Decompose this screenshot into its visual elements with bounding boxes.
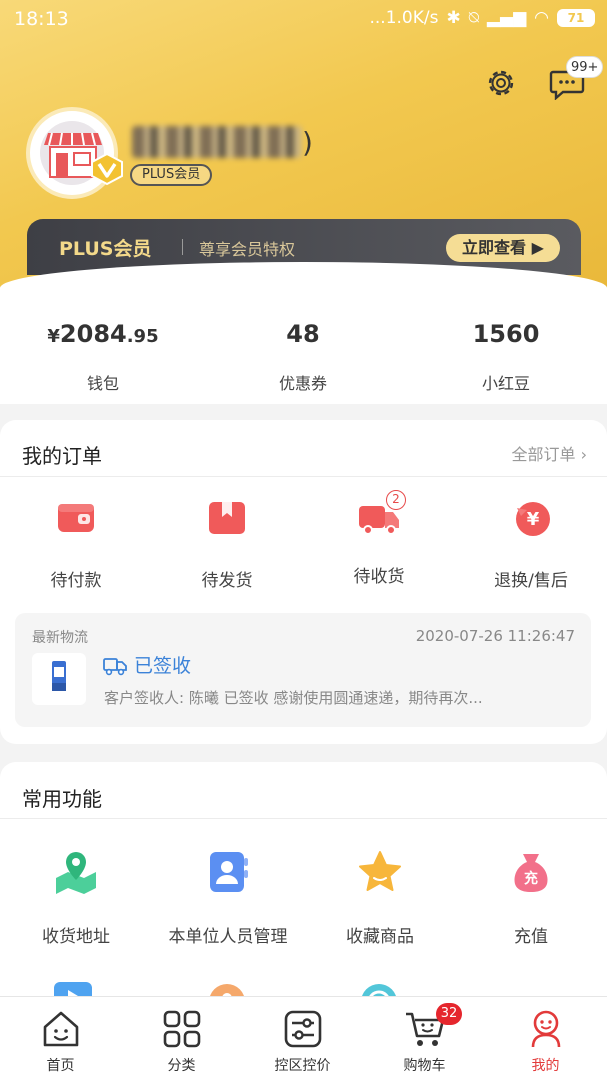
logistics-time: 2020-07-26 11:26:47	[415, 627, 575, 645]
to-receive-badge: 2	[386, 490, 406, 510]
logistics-heading: 最新物流	[32, 630, 88, 646]
divider	[182, 239, 183, 255]
battery-icon: 71	[557, 9, 595, 27]
home-icon	[43, 1011, 78, 1047]
location-map-icon	[56, 852, 96, 894]
coupon-stat[interactable]: 48 优惠券	[203, 320, 403, 394]
wallet-stat[interactable]: ¥2084.95 钱包	[3, 320, 203, 394]
red-bean-stat[interactable]: 1560 小红豆	[406, 320, 606, 394]
tab-price-control[interactable]: 控区控价	[242, 1007, 363, 1075]
plus-banner-title: PLUS会员	[59, 238, 152, 260]
address-function[interactable]: 收货地址	[0, 848, 152, 947]
latest-logistics[interactable]: 最新物流 2020-07-26 11:26:47 已签收 客户签收人: 陈曦 已…	[15, 613, 591, 727]
profile-icon	[531, 1010, 560, 1048]
delivery-truck-icon	[103, 657, 127, 675]
order-to-receive[interactable]: 2 待收货	[304, 490, 454, 587]
svg-text:充: 充	[524, 870, 538, 887]
battery-level: 71	[567, 11, 585, 25]
staff-management-function[interactable]: 本单位人员管理	[152, 848, 304, 947]
tab-mine[interactable]: 我的	[485, 1007, 606, 1075]
functions-title: 常用功能	[22, 787, 102, 811]
bluetooth-icon: ✱	[446, 8, 461, 28]
network-speed: ...1.0K/s	[369, 8, 439, 28]
order-pending-payment[interactable]: 待付款	[1, 496, 151, 591]
category-icon	[163, 1010, 200, 1048]
wifi-icon: ◠	[534, 8, 549, 28]
favorites-function[interactable]: 收藏商品	[304, 848, 456, 947]
mute-icon: ⍉	[468, 8, 479, 28]
bottom-tab-bar: 首页 分类 控区控价 32 购物车 我的	[0, 996, 607, 1080]
price-control-icon	[284, 1010, 321, 1048]
all-orders-link[interactable]: 全部订单 ›	[511, 441, 587, 465]
order-to-ship[interactable]: 待发货	[152, 496, 302, 591]
tab-cart[interactable]: 32 购物车	[364, 1003, 485, 1075]
status-time: 18:13	[14, 8, 69, 30]
cart-count-badge: 32	[436, 1003, 462, 1025]
vip-badge-icon	[91, 152, 123, 186]
divider	[0, 818, 607, 819]
package-icon	[209, 502, 245, 534]
logistics-detail: 客户签收人: 陈曦 已签收 感谢使用圆通速递，期待再次...	[104, 689, 483, 707]
orders-title: 我的订单	[22, 444, 102, 468]
username-blurred	[132, 126, 302, 158]
money-bag-icon: 充	[514, 854, 548, 892]
message-badge: 99+	[566, 56, 604, 78]
refund-icon: ¥	[516, 502, 550, 536]
plus-member-tag: PLUS会员	[130, 164, 213, 186]
tab-home[interactable]: 首页	[0, 1007, 121, 1075]
logistics-status: 已签收	[102, 651, 191, 678]
chevron-right-icon: ›	[580, 445, 587, 464]
plus-banner-subtitle: 尊享会员特权	[199, 240, 296, 259]
contacts-icon	[210, 852, 248, 892]
username: )	[132, 122, 313, 162]
order-refund-aftersale[interactable]: ¥ 退换/售后	[456, 496, 606, 591]
divider	[0, 476, 607, 477]
recharge-function[interactable]: 充 充值	[455, 848, 607, 947]
product-thumbnail	[32, 653, 86, 705]
star-icon	[359, 851, 401, 891]
status-bar: 18:13 ...1.0K/s ✱ ⍉ ▂▄▆ ◠ 71	[0, 0, 607, 40]
view-now-button[interactable]: 立即查看 ▶	[446, 234, 560, 262]
tab-category[interactable]: 分类	[121, 1007, 242, 1075]
wallet-icon	[58, 504, 94, 532]
signal-icon: ▂▄▆	[486, 8, 527, 28]
play-arrow-icon: ▶	[531, 238, 544, 257]
svg-text:¥: ¥	[527, 509, 540, 530]
gear-icon[interactable]	[484, 66, 518, 100]
